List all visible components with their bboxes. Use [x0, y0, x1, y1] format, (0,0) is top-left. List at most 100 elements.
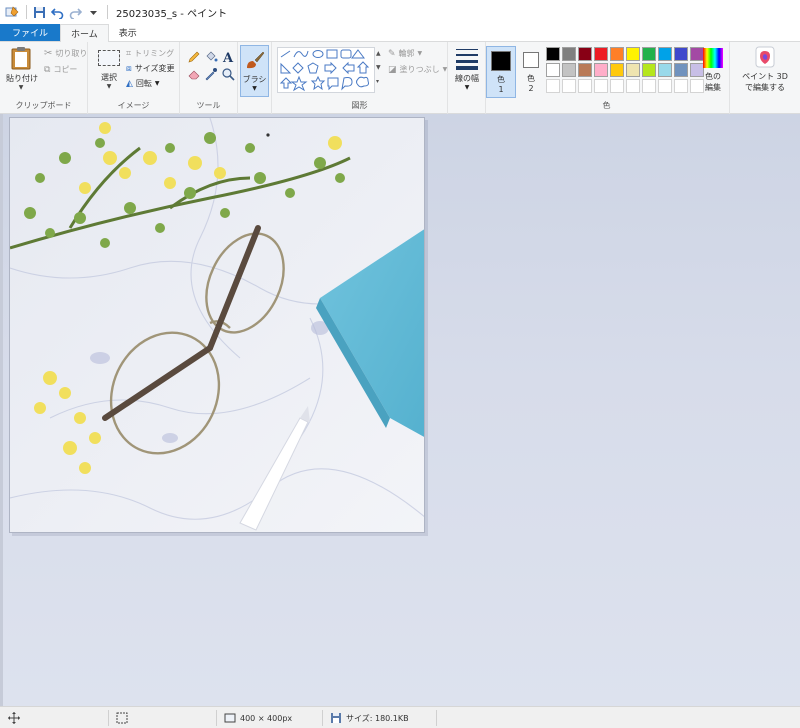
- color-palette: [546, 47, 704, 93]
- eraser-icon[interactable]: [187, 67, 202, 82]
- custom-color-slot[interactable]: [642, 79, 656, 93]
- shapes-group: ▲ ▼ ▾ ✎ 輪郭 ▼ ◪ 塗りつぶし ▼ 図形: [272, 42, 448, 114]
- crop-label: トリミング: [134, 49, 175, 58]
- rotate-dropdown-icon[interactable]: ▼: [155, 80, 160, 87]
- palette-swatch[interactable]: [626, 47, 640, 61]
- color2-button[interactable]: 色 2: [518, 46, 544, 98]
- shapes-group-label: 図形: [351, 101, 368, 110]
- palette-swatch[interactable]: [594, 63, 608, 77]
- custom-color-slot[interactable]: [610, 79, 624, 93]
- paint3d-label-line2: で編集する: [745, 83, 785, 92]
- select-button[interactable]: 選択 ▼: [96, 48, 122, 90]
- paste-button[interactable]: 貼り付け ▼: [6, 46, 38, 91]
- color1-swatch: [491, 51, 511, 71]
- resize-button[interactable]: ⧈ サイズ変更: [126, 63, 175, 74]
- photo-image: [10, 118, 424, 532]
- shapes-scroll-down-icon[interactable]: ▼: [376, 64, 381, 71]
- image-canvas[interactable]: [9, 117, 425, 533]
- brushes-dropdown-icon[interactable]: ▼: [241, 85, 268, 92]
- tools-group-label: ツール: [196, 101, 221, 110]
- selection-size-icon: [116, 712, 128, 724]
- palette-swatch[interactable]: [546, 63, 560, 77]
- outline-dropdown-icon[interactable]: ▼: [418, 50, 423, 57]
- line-width-button[interactable]: 線の幅 ▼: [451, 46, 483, 91]
- pencil-icon[interactable]: [187, 50, 202, 65]
- custom-color-slot[interactable]: [626, 79, 640, 93]
- shapes-expand-icon[interactable]: ▾: [376, 78, 379, 85]
- move-cursor-icon: [8, 712, 20, 724]
- line-width-icon: [456, 49, 478, 70]
- select-dropdown-icon[interactable]: ▼: [96, 83, 122, 90]
- tab-view[interactable]: 表示: [109, 24, 147, 41]
- palette-swatch[interactable]: [546, 47, 560, 61]
- svg-text:A: A: [222, 51, 234, 64]
- color2-swatch: [523, 52, 539, 68]
- shapes-scroll-up-icon[interactable]: ▲: [376, 50, 381, 57]
- customize-quick-access-icon[interactable]: [85, 4, 101, 20]
- clipboard-group-label: クリップボード: [15, 101, 72, 110]
- palette-swatch[interactable]: [658, 47, 672, 61]
- tab-file[interactable]: ファイル: [0, 24, 61, 41]
- selection-icon: [98, 50, 120, 66]
- fill-button[interactable]: ◪ 塗りつぶし ▼: [388, 64, 447, 75]
- paint3d-icon: [755, 46, 775, 68]
- palette-swatch[interactable]: [642, 63, 656, 77]
- custom-color-slot[interactable]: [546, 79, 560, 93]
- tab-home[interactable]: ホーム: [60, 24, 109, 42]
- paste-dropdown-icon[interactable]: ▼: [6, 84, 36, 91]
- rotate-button[interactable]: ◭ 回転 ▼: [126, 78, 160, 89]
- status-divider-3: [322, 710, 323, 726]
- palette-swatch[interactable]: [610, 47, 624, 61]
- ribbon-tabs: ファイル ホーム 表示: [0, 24, 800, 42]
- cut-button[interactable]: ✂ 切り取り: [44, 48, 87, 59]
- redo-icon[interactable]: [67, 4, 83, 20]
- custom-color-slot[interactable]: [578, 79, 592, 93]
- palette-swatch[interactable]: [642, 47, 656, 61]
- magnifier-icon[interactable]: [221, 67, 236, 82]
- palette-swatch[interactable]: [674, 63, 688, 77]
- custom-color-slot[interactable]: [594, 79, 608, 93]
- text-icon[interactable]: A: [221, 50, 236, 66]
- fill-label: 塗りつぶし: [399, 65, 440, 74]
- color-picker-icon[interactable]: [204, 67, 219, 82]
- rotate-label: 回転: [135, 79, 152, 88]
- edit-with-paint3d-button[interactable]: ペイント 3D で編集する: [732, 46, 798, 93]
- copy-label: コピー: [53, 65, 78, 74]
- undo-icon[interactable]: [49, 4, 65, 20]
- paint-app-icon[interactable]: [4, 4, 20, 20]
- title-divider: [107, 5, 108, 19]
- color2-number: 2: [528, 84, 534, 93]
- palette-swatch[interactable]: [562, 47, 576, 61]
- copy-button[interactable]: ⧉ コピー: [44, 64, 77, 75]
- palette-swatch[interactable]: [610, 63, 624, 77]
- palette-swatch[interactable]: [562, 63, 576, 77]
- outline-button[interactable]: ✎ 輪郭 ▼: [388, 48, 422, 59]
- clipboard-group: 貼り付け ▼ ✂ 切り取り ⧉ コピー クリップボード: [0, 42, 88, 114]
- save-icon[interactable]: [31, 4, 47, 20]
- shapes-gallery[interactable]: [277, 47, 375, 93]
- tools-grid: A: [187, 50, 236, 82]
- custom-color-slot[interactable]: [562, 79, 576, 93]
- custom-color-slot[interactable]: [658, 79, 672, 93]
- custom-color-slot[interactable]: [674, 79, 688, 93]
- palette-swatch[interactable]: [674, 47, 688, 61]
- color1-button[interactable]: 色 1: [486, 46, 516, 98]
- palette-swatch[interactable]: [626, 63, 640, 77]
- select-label: 選択: [101, 73, 117, 82]
- color1-label: 色: [497, 75, 505, 84]
- brushes-button[interactable]: ブラシ ▼: [240, 45, 269, 97]
- left-edge-strip: [0, 114, 3, 706]
- brushes-group: ブラシ ▼: [238, 42, 272, 114]
- paste-label: 貼り付け: [6, 74, 38, 83]
- crop-button[interactable]: ⌗ トリミング: [126, 48, 174, 59]
- edit-colors-button[interactable]: 色の 編集: [700, 46, 726, 93]
- palette-swatch[interactable]: [594, 47, 608, 61]
- line-width-dropdown-icon[interactable]: ▼: [451, 84, 483, 91]
- fill-dropdown-icon[interactable]: ▼: [443, 66, 448, 73]
- rotate-icon: ◭: [126, 78, 133, 89]
- palette-swatch[interactable]: [658, 63, 672, 77]
- fill-bucket-icon[interactable]: [204, 50, 219, 65]
- palette-swatch[interactable]: [578, 47, 592, 61]
- edit-colors-label-line2: 編集: [705, 83, 721, 92]
- palette-swatch[interactable]: [578, 63, 592, 77]
